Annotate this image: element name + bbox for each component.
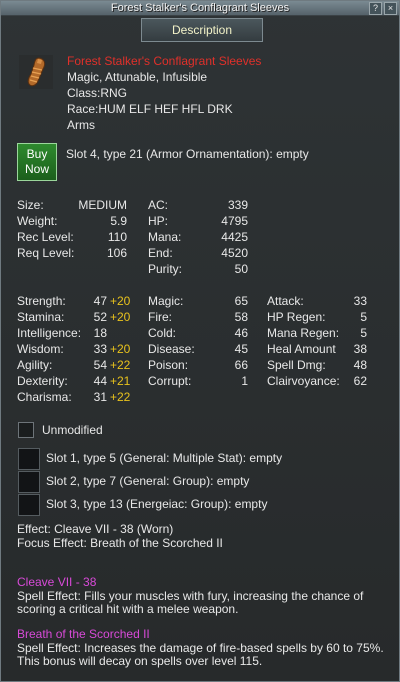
unmodified-checkbox[interactable] <box>18 422 34 438</box>
item-slot: Arms <box>67 118 95 132</box>
attribute-label: Stamina: <box>17 310 65 324</box>
stat-label: Purity: <box>148 262 183 276</box>
resist-value: 46 <box>234 326 248 340</box>
close-button[interactable]: × <box>384 2 397 15</box>
attribute-bonus: +21 <box>110 374 131 388</box>
window-title: Forest Stalker's Conflagrant Sleeves <box>110 2 290 14</box>
mod-label: Heal Amount <box>267 342 336 356</box>
stat-label: Req Level: <box>17 246 75 260</box>
worn-effect: Effect: Cleave VII - 38 (Worn) <box>17 522 174 536</box>
resist-label: Poison: <box>148 358 189 372</box>
spell1-title: Cleave VII - 38 <box>17 575 97 589</box>
aug-slot-2[interactable] <box>18 471 40 493</box>
attribute-label: Strength: <box>17 294 66 308</box>
mod-value: 38 <box>353 342 367 356</box>
resist-label: Cold: <box>148 326 177 340</box>
resist-value: 58 <box>234 310 248 324</box>
mod-label: Attack: <box>267 294 304 308</box>
stat-label: HP: <box>148 214 169 228</box>
item-class: Class:RNG <box>67 86 128 100</box>
aug-slot-1[interactable] <box>18 448 40 470</box>
buy-now-button[interactable]: Buy Now <box>17 143 57 181</box>
buy-label-bottom: Now <box>24 162 49 176</box>
sleeve-armor-icon <box>19 55 53 89</box>
attribute-bonus: +20 <box>110 342 131 356</box>
unmodified-label: Unmodified <box>42 423 103 437</box>
stat-label: Mana: <box>148 230 182 244</box>
attribute-value: 52 <box>93 310 107 324</box>
mod-value: 33 <box>353 294 367 308</box>
attribute-label: Dexterity: <box>17 374 68 388</box>
stat-value: 110 <box>107 230 127 244</box>
focus-effect: Focus Effect: Breath of the Scorched II <box>17 536 223 550</box>
resist-label: Corrupt: <box>148 374 192 388</box>
attribute-label: Charisma: <box>17 390 72 404</box>
stat-value: 4795 <box>221 214 248 228</box>
stat-value: 4425 <box>221 230 248 244</box>
attribute-bonus: +20 <box>110 310 131 324</box>
attribute-bonus: +22 <box>110 358 131 372</box>
mod-label: Mana Regen: <box>267 326 340 340</box>
aug-slot-text: Slot 1, type 5 (General: Multiple Stat):… <box>46 451 283 465</box>
spell1-line1: Spell Effect: Fills your muscles with fu… <box>17 589 364 603</box>
stat-value: MEDIUM <box>78 198 127 212</box>
spell2-line1: Spell Effect: Increases the damage of fi… <box>17 641 384 655</box>
attribute-label: Intelligence: <box>17 326 82 340</box>
aug-slot-text: Slot 3, type 13 (Energeiac: Group): empt… <box>46 497 268 511</box>
mod-value: 62 <box>353 374 367 388</box>
mod-value: 5 <box>360 310 367 324</box>
mod-label: HP Regen: <box>267 310 326 324</box>
spell1-line2: scoring a critical hit with a melee weap… <box>17 602 239 616</box>
item-window: Forest Stalker's Conflagrant Sleeves ? ×… <box>0 0 400 682</box>
title-bar[interactable]: Forest Stalker's Conflagrant Sleeves ? × <box>1 1 399 16</box>
stat-value: 4520 <box>221 246 248 260</box>
spell2-title: Breath of the Scorched II <box>17 627 150 641</box>
stat-value: 50 <box>234 262 248 276</box>
stat-value: 106 <box>106 246 127 260</box>
aug-slot-3[interactable] <box>18 494 40 516</box>
attribute-bonus: +22 <box>110 390 131 404</box>
resist-value: 45 <box>234 342 248 356</box>
spell2-line2: This bonus will decay on spells over lev… <box>17 654 263 668</box>
aug-slot-text: Slot 2, type 7 (General: Group): empty <box>46 474 250 488</box>
attribute-label: Wisdom: <box>17 342 64 356</box>
stat-label: End: <box>148 246 173 260</box>
mod-value: 48 <box>353 358 367 372</box>
mod-label: Clairvoyance: <box>267 374 340 388</box>
attribute-value: 31 <box>93 390 107 404</box>
item-flags: Magic, Attunable, Infusible <box>67 70 208 84</box>
resist-value: 66 <box>234 358 248 372</box>
tab-description[interactable]: Description <box>141 18 263 42</box>
attribute-value: 33 <box>93 342 107 356</box>
attribute-label: Agility: <box>17 358 53 372</box>
stat-label: Size: <box>17 198 44 212</box>
mod-label: Spell Dmg: <box>267 358 326 372</box>
resist-value: 65 <box>234 294 248 308</box>
attribute-value: 44 <box>93 374 107 388</box>
mod-value: 5 <box>360 326 367 340</box>
resist-label: Disease: <box>148 342 195 356</box>
item-race: Race:HUM ELF HEF HFL DRK <box>67 102 233 116</box>
stat-label: Weight: <box>17 214 58 228</box>
item-name: Forest Stalker's Conflagrant Sleeves <box>67 54 262 68</box>
stat-label: Rec Level: <box>17 230 74 244</box>
stat-value: 5.9 <box>110 214 127 228</box>
buy-label-top: Buy <box>26 147 48 161</box>
ornament-slot: Slot 4, type 21 (Armor Ornamentation): e… <box>66 147 309 161</box>
stat-label: AC: <box>148 198 169 212</box>
stat-value: 339 <box>227 198 248 212</box>
attribute-bonus: +20 <box>110 294 131 308</box>
resist-label: Fire: <box>148 310 172 324</box>
attribute-value: 47 <box>93 294 107 308</box>
resist-value: 1 <box>241 374 248 388</box>
help-button[interactable]: ? <box>369 2 382 15</box>
attribute-value: 54 <box>93 358 107 372</box>
resist-label: Magic: <box>148 294 184 308</box>
attribute-value: 18 <box>93 326 107 340</box>
